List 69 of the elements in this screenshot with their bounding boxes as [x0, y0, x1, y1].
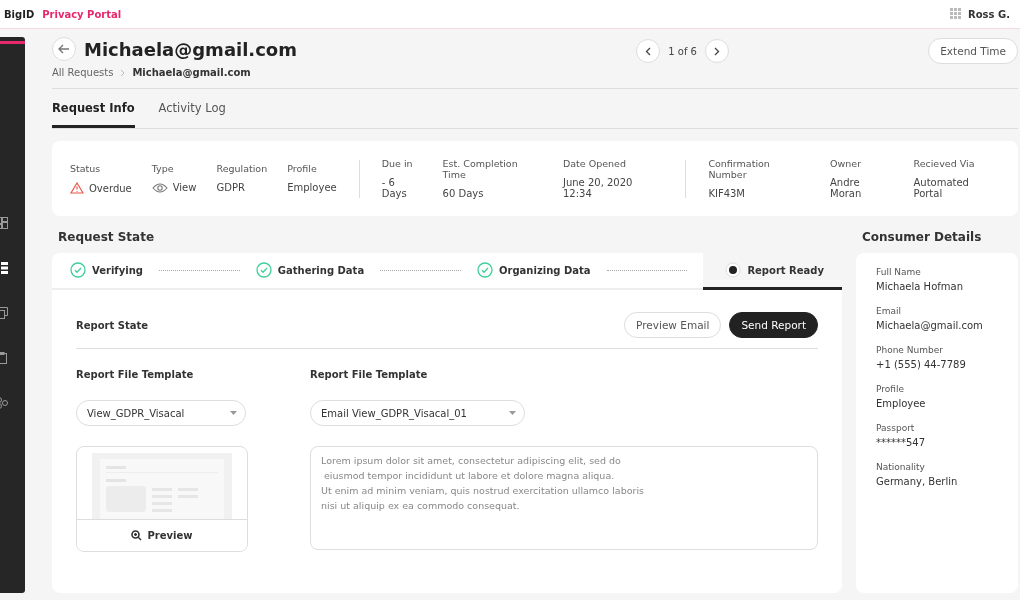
section-title: Consumer Details: [862, 230, 983, 244]
preview-button[interactable]: Preview: [77, 519, 247, 551]
step-tab[interactable]: Organizing Data: [477, 253, 591, 290]
field-value: Overdue: [89, 182, 132, 194]
field-value: ******547: [876, 437, 927, 448]
logo: BigID: [4, 8, 35, 20]
extend-time-button[interactable]: Extend Time: [928, 38, 1018, 64]
page-title: Michaela@gmail.com: [84, 38, 297, 60]
breadcrumb-current: Michaela@gmail.com: [132, 67, 251, 78]
chevron-icon: [120, 68, 126, 77]
field-value: Employee: [876, 398, 927, 409]
zoom-in-icon: [131, 530, 143, 541]
field-value: View: [172, 182, 197, 193]
warning-icon: [70, 182, 84, 194]
caret-icon: [509, 411, 516, 415]
field-value: Germany, Berlin: [876, 476, 959, 487]
field-value: KIF43M: [708, 188, 745, 199]
field-value: Andre Moran: [830, 177, 863, 199]
field-label: Profile: [287, 163, 318, 174]
tab[interactable]: Activity Log: [158, 89, 226, 128]
field-value: June 20, 2020 12:34: [562, 177, 634, 199]
field-value: Michaela@gmail.com: [876, 320, 984, 331]
field-label: Nationality: [876, 462, 926, 472]
check-circle-icon: [477, 262, 493, 278]
back-arrow-icon: [58, 44, 70, 54]
back-button[interactable]: [52, 37, 76, 61]
send-button[interactable]: Send Report: [729, 312, 818, 338]
eye-icon: [151, 182, 168, 193]
field-value: - 6 Days: [381, 177, 408, 199]
field-value: +1 (555) 44-7789: [876, 359, 967, 370]
field-label: Recieved Via: [913, 158, 976, 169]
field-value: Michaela Hofman: [876, 281, 964, 292]
field-value: GDPR: [216, 182, 245, 193]
chevron-left-icon: [645, 46, 652, 56]
section-title: Request State: [58, 230, 156, 244]
preview-email-button[interactable]: Preview Email: [624, 312, 722, 338]
radio-dot-icon: [725, 262, 742, 278]
check-circle-icon: [70, 262, 86, 278]
step-tab[interactable]: Report Ready: [703, 253, 842, 290]
field-label: Phone Number: [876, 345, 944, 355]
field-label: Profile: [876, 384, 905, 394]
field-label: Owner: [830, 158, 863, 169]
field-label: Passport: [876, 423, 916, 433]
field-label: Status: [70, 163, 102, 174]
field-label: Regulation: [216, 163, 268, 174]
product-name: Privacy Portal: [42, 8, 122, 20]
field-value: Automated Portal: [913, 177, 970, 199]
caret-icon: [230, 411, 237, 415]
field-label: Est. Completion Time: [442, 158, 519, 180]
template-label: Report File Template: [76, 369, 195, 380]
step-tab[interactable]: Verifying: [70, 253, 143, 290]
field-value: Employee: [287, 182, 337, 193]
field-label: Type: [151, 163, 175, 174]
field-value: 60 Days: [442, 188, 484, 199]
field-label: Confirmation Number: [708, 158, 771, 180]
page-counter: 1 of 6: [668, 45, 697, 57]
step-tab[interactable]: Gathering Data: [255, 253, 365, 290]
report-state-label: Report State: [76, 319, 148, 331]
field-label: Full Name: [876, 267, 922, 277]
tab[interactable]: Request Info: [52, 89, 135, 128]
field-label: Email: [876, 306, 902, 316]
chevron-right-icon: [713, 46, 720, 56]
user-name[interactable]: Ross G.: [968, 8, 1010, 20]
field-label: Due in: [381, 158, 414, 169]
check-circle-icon: [255, 262, 272, 278]
breadcrumb-link[interactable]: All Requests: [52, 67, 114, 78]
field-label: Date Opened: [562, 158, 627, 169]
email-body-field[interactable]: Lorem ipsum dolor sit amet, consectetur adipiscing elit, sed do eiusmod tempor incididunt ut labore et dolore magna aliqua. Ut enim ad minim veniam, quis nostrud exercitation ullamco laboris nisi ut aliquip ex ea commodo consequat.: [310, 446, 818, 550]
template-label: Report File Template: [310, 369, 429, 380]
